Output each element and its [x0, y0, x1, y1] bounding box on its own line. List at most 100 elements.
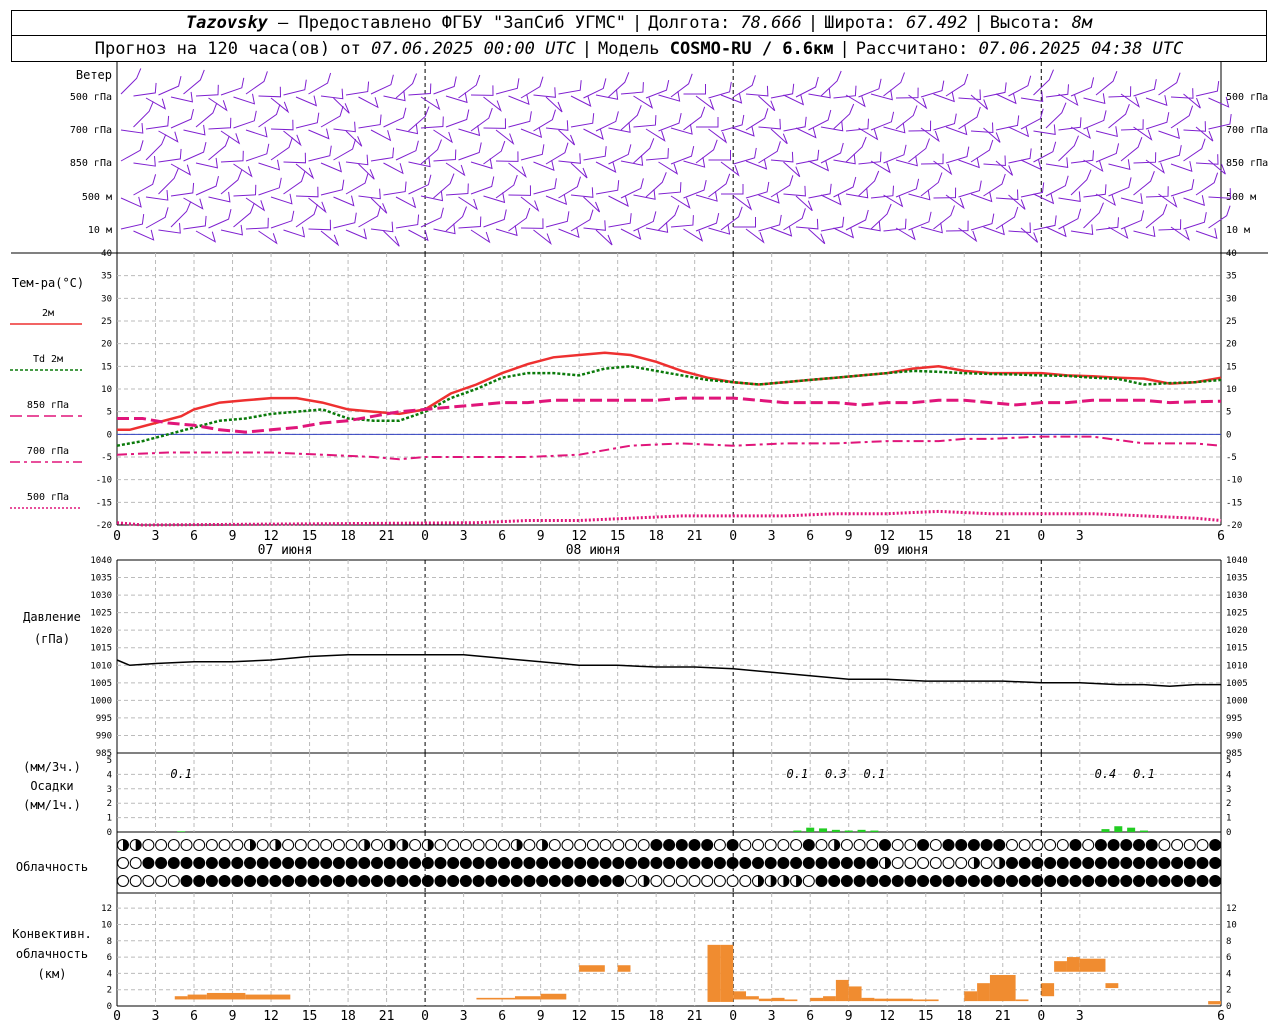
cloud-symbol [1056, 857, 1069, 869]
wind-barb [145, 207, 169, 229]
precip-bar [1114, 826, 1123, 832]
wind-level-label-right: 700 гПа [1226, 125, 1268, 136]
cloud-symbol [891, 839, 904, 851]
cloud-symbol [688, 857, 701, 869]
conv-hour-label: 15 [918, 1009, 934, 1024]
wind-barb [708, 81, 732, 99]
temp-hour-label: 12 [879, 529, 895, 544]
cloud-symbol [980, 875, 993, 887]
wind-barb [295, 186, 319, 198]
wind-barb [1045, 84, 1069, 98]
cloud-symbol [1171, 875, 1184, 887]
wind-barb [283, 152, 307, 164]
conv-cloud-bar [1015, 999, 1029, 1002]
wind-barb [545, 96, 563, 113]
conv-cloud-bar [835, 979, 849, 1002]
wind-barb [1133, 226, 1156, 237]
temp-ytick: 5 [107, 408, 112, 418]
precip-bar [1127, 827, 1136, 832]
wind-barb [233, 93, 256, 105]
pressure-ytick-right: 1030 [1226, 591, 1248, 601]
cloud-symbol [1158, 875, 1171, 887]
temp-hour-label: 21 [687, 529, 703, 544]
wind-barb [1170, 161, 1193, 172]
wind-barb [258, 230, 278, 245]
cloud-symbol [904, 875, 917, 887]
cloud-symbol [929, 875, 942, 887]
wind-barb [583, 146, 607, 161]
wind-level-label: 10 м [88, 225, 112, 236]
cloud-symbol [574, 857, 587, 869]
precip-amount-label: 0.1 [1133, 767, 1155, 781]
cloud-symbol-part [364, 839, 370, 851]
pressure-ytick: 1010 [90, 661, 112, 671]
conv-hour-label: 6 [1217, 1009, 1225, 1024]
wind-barb [233, 184, 257, 197]
conv-cloud-bar [540, 993, 567, 1000]
cloud-symbol [548, 857, 561, 869]
wind-barb [120, 214, 145, 230]
cloud-symbol-part [389, 839, 396, 851]
wind-barb [970, 122, 994, 134]
precip-bar [806, 827, 815, 832]
pressure-ytick-right: 1025 [1226, 609, 1248, 619]
temp-ytick-right: 0 [1226, 430, 1231, 440]
wind-barb [183, 69, 205, 95]
precip-bar [819, 828, 828, 832]
wind-barb [670, 195, 691, 209]
cloud-symbol [1209, 857, 1222, 869]
conv-cloud-bar [758, 998, 772, 1002]
cloud-symbol [358, 875, 371, 887]
cloud-symbol [840, 875, 853, 887]
precip-ytick: 3 [107, 785, 112, 795]
temp-legend-label: 850 гПа [27, 400, 69, 411]
wind-barb [333, 121, 356, 133]
conv-ytick-right: 12 [1226, 904, 1237, 914]
wind-barb [295, 112, 320, 129]
wind-barb [883, 144, 907, 164]
cloud-symbol [942, 875, 955, 887]
cloud-symbol [282, 839, 295, 851]
conv-hour-label: 0 [421, 1009, 429, 1024]
wind-barb [370, 147, 395, 162]
temp-hour-label: 6 [806, 529, 814, 544]
cloud-symbol-part [250, 839, 256, 851]
conv-ytick-right: 10 [1226, 920, 1237, 930]
wind-barb [895, 227, 916, 241]
temp-series-line [116, 509, 1222, 527]
temp-hour-label: 15 [918, 529, 934, 544]
cloud-symbol [345, 875, 358, 887]
conv-unit: (км) [38, 967, 67, 981]
wind-barb [920, 127, 940, 143]
wind-barb [808, 109, 832, 131]
wind-barb [695, 212, 720, 232]
wind-barb [395, 140, 419, 161]
wind-barb [745, 228, 765, 244]
cloud-symbol [1069, 875, 1082, 887]
cloud-symbol [1133, 857, 1145, 869]
wind-barb [383, 90, 406, 102]
wind-barb [170, 201, 192, 228]
cloud-symbol [320, 875, 333, 887]
cloud-symbol [980, 857, 993, 869]
temp-ytick: 35 [101, 272, 112, 282]
wind-level-label-right: 10 м [1226, 225, 1250, 236]
cloud-symbol [231, 875, 244, 887]
conv-title: Конвективн. [12, 927, 91, 941]
cloud-symbol [231, 839, 244, 851]
cloud-symbol [625, 875, 637, 887]
wind-barb [883, 218, 907, 232]
cloud-symbol [167, 839, 180, 851]
wind-barb [1020, 182, 1045, 198]
wind-barb [783, 94, 805, 106]
conv-ytick: 8 [107, 937, 112, 947]
wind-barb [1120, 137, 1143, 162]
cloud-symbol [625, 839, 637, 851]
wind-barb [920, 172, 943, 197]
cloud-symbol [1094, 875, 1107, 887]
temp-series-line [116, 365, 1222, 447]
wind-barb [858, 127, 879, 141]
wind-barb [195, 102, 218, 128]
wind-barb [983, 155, 1006, 167]
cloud-symbol [447, 857, 460, 869]
